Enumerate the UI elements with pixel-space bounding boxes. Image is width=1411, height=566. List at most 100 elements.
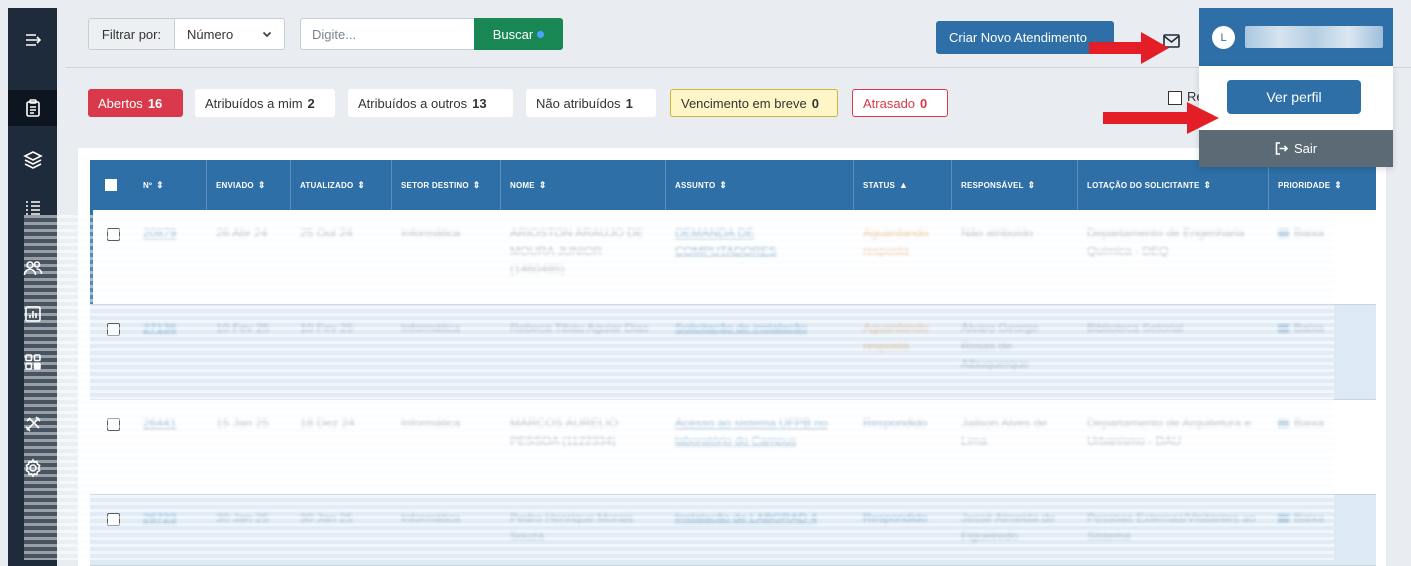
sort-icon[interactable]: ⇕ (539, 180, 547, 191)
cell-priority-label: Baixa (1294, 511, 1325, 525)
column-header-3[interactable]: SETOR DESTINO ⇕ (392, 160, 501, 210)
priority-flag-icon (1278, 324, 1289, 334)
sort-icon[interactable]: ⇕ (156, 180, 164, 191)
cell-responsible: Álvaro George Rosas de Albuquerque (961, 321, 1039, 371)
sort-icon[interactable]: ⇕ (1334, 180, 1342, 191)
row-checkbox[interactable] (107, 228, 120, 241)
column-header-2[interactable]: ATUALIZADO ⇕ (291, 160, 392, 210)
search-input[interactable] (300, 18, 475, 50)
cell-location: Biblioteca Setorial (1087, 321, 1184, 335)
column-header-7[interactable]: RESPONSÁVEL ⇕ (952, 160, 1078, 210)
cell-priority: Baixa (1278, 224, 1368, 242)
create-ticket-button[interactable]: Criar Novo Atendimento (936, 21, 1114, 54)
cell-priority: Baixa (1278, 509, 1368, 527)
cell-subject[interactable]: Instalação de LABGRAD 4 (675, 509, 847, 527)
filter-select-value: Número (187, 26, 234, 42)
clipboard-icon[interactable] (8, 90, 57, 126)
table-row[interactable]: 20879 26 Abr 24 25 Out 24 Informática ARIOST… (90, 210, 1376, 305)
cell-num[interactable]: 20879 (143, 224, 193, 242)
layers-icon[interactable] (8, 142, 57, 178)
filter-label: Filtrar por: (89, 19, 175, 49)
filter-badge-count: 16 (147, 95, 163, 111)
filter-badge-count: 0 (811, 95, 819, 111)
column-header-label: RESPONSÁVEL (961, 180, 1024, 190)
apps-grid-icon[interactable] (8, 344, 57, 380)
loading-dot-icon (537, 30, 545, 38)
filter-badge-4[interactable]: Vencimento em breve 0 (670, 89, 838, 117)
filter-badge-label: Não atribuídos (536, 95, 621, 111)
cell-updated: 18 Dez 24 (300, 416, 355, 430)
sort-icon[interactable]: ⇕ (1204, 180, 1212, 191)
cell-responsible: Não atribuído (961, 226, 1034, 240)
filter-badge-count: 0 (920, 95, 928, 111)
filter-badge-3[interactable]: Não atribuídos 1 (526, 89, 656, 117)
sort-icon[interactable]: ⇕ (258, 180, 266, 191)
cell-responsible: Jessé Almeida de Figueiredo (961, 511, 1056, 543)
cell-updated: 10 Fev 25 (300, 321, 354, 335)
cell-num[interactable]: 26723 (143, 509, 193, 527)
cell-subject[interactable]: DEMANDA DE COMPUTADORES (675, 224, 847, 260)
column-header-5[interactable]: ASSUNTO ⇕ (666, 160, 854, 210)
filter-badge-count: 2 (307, 95, 315, 111)
view-profile-button[interactable]: Ver perfil (1227, 80, 1361, 114)
cell-subject[interactable]: Solicitação de instalação (675, 319, 847, 337)
search-button[interactable]: Buscar (474, 18, 563, 50)
column-header-4[interactable]: NOME ⇕ (501, 160, 666, 210)
table-row[interactable]: 26441 15 Jan 25 18 Dez 24 Informática MARCOS… (90, 400, 1376, 495)
priority-flag-icon (1278, 514, 1289, 524)
select-all-checkbox[interactable] (105, 179, 117, 191)
cell-subject[interactable]: Acesso ao sistema UFPB no laboratório do… (675, 414, 847, 450)
sort-icon[interactable]: ⇕ (357, 180, 365, 191)
row-checkbox[interactable] (107, 323, 120, 336)
users-icon[interactable] (8, 250, 57, 286)
filter-badge-2[interactable]: Atribuídos a outros 13 (348, 89, 513, 117)
sort-icon[interactable]: ⇕ (1028, 180, 1036, 191)
red-arrow-icon (1103, 102, 1219, 134)
filter-badge-5[interactable]: Atrasado 0 (852, 89, 948, 117)
search-button-label: Buscar (492, 26, 534, 42)
cell-name: ARIOSTON ARAUJO DE MOURA JUNIOR (1460485… (510, 226, 644, 276)
cell-priority: Baixa (1278, 319, 1368, 337)
filter-badge-1[interactable]: Atribuídos a mim 2 (195, 89, 335, 117)
cell-sent: 26 Abr 24 (216, 226, 268, 240)
cell-status: Aguardando resposta (863, 321, 929, 353)
chart-icon[interactable] (8, 296, 57, 332)
table-header: Nº ⇕ ENVIADO ⇕ ATUALIZADO ⇕ SETOR DESTINO ⇕ NOME… (90, 160, 1376, 210)
logout-item[interactable]: Sair (1199, 130, 1393, 167)
filter-badge-label: Atrasado (863, 95, 916, 111)
column-header-6[interactable]: STATUS ▲ (854, 160, 952, 210)
table-row[interactable]: 27136 10 Fev 25 10 Fev 25 Informática Rebeca… (90, 305, 1376, 400)
logout-label: Sair (1293, 141, 1318, 156)
row-checkbox[interactable] (107, 418, 120, 431)
row-checkbox[interactable] (107, 513, 120, 526)
filter-badge-count: 1 (625, 95, 633, 111)
cell-name: Pedro Henrique Morais Souza (510, 511, 634, 543)
table-row[interactable]: 26723 30 Jan 25 30 Jan 25 Informática Pedro … (90, 495, 1376, 566)
user-menu-toggle[interactable]: L (1199, 8, 1393, 66)
cell-num[interactable]: 26441 (143, 414, 193, 432)
top-toolbar: Filtrar por: Número Buscar Criar Novo At… (66, 8, 1411, 167)
filter-badge-0[interactable]: Abertos 16 (88, 89, 183, 117)
column-header-9[interactable]: PRIORIDADE ⇕ (1269, 160, 1376, 210)
user-dropdown-menu: Ver perfil Sair (1199, 66, 1393, 167)
filter-select[interactable]: Número (175, 19, 284, 49)
menu-expand-icon[interactable] (8, 22, 57, 58)
logout-icon (1275, 142, 1288, 155)
column-header-8[interactable]: LOTAÇÃO DO SOLICITANTE ⇕ (1078, 160, 1269, 210)
sort-icon[interactable]: ⇕ (473, 180, 481, 191)
sort-icon[interactable]: ▲ (899, 180, 908, 190)
filter-badge-label: Vencimento em breve (681, 95, 807, 111)
cell-sent: 15 Jan 25 (216, 416, 269, 430)
red-arrow-icon (1089, 32, 1169, 64)
tools-icon[interactable] (8, 406, 57, 442)
column-header-1[interactable]: ENVIADO ⇕ (207, 160, 291, 210)
gear-icon[interactable] (8, 450, 57, 486)
column-header-0[interactable]: Nº ⇕ (134, 160, 207, 210)
filter-badge-count: 13 (472, 95, 487, 111)
cell-num[interactable]: 27136 (143, 319, 193, 337)
cell-sector: Informática (401, 226, 461, 240)
sort-icon[interactable]: ⇕ (719, 180, 727, 191)
column-header-label: LOTAÇÃO DO SOLICITANTE (1087, 180, 1200, 190)
list-icon[interactable] (8, 190, 57, 226)
cell-sent: 10 Fev 25 (216, 321, 270, 335)
